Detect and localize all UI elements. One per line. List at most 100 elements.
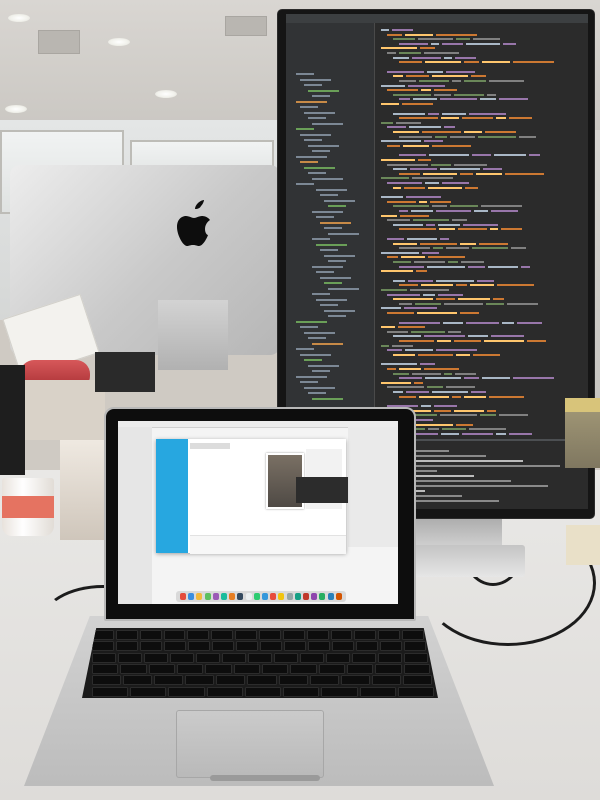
key [163, 630, 186, 640]
code-token [428, 186, 462, 189]
code-token [414, 381, 423, 384]
key [187, 630, 210, 640]
message-input-area [190, 535, 346, 554]
key [378, 630, 401, 640]
code-token [399, 80, 416, 82]
code-token [426, 223, 435, 226]
code-token [381, 177, 409, 180]
key [212, 641, 234, 652]
dock-app-icon [188, 593, 195, 600]
code-token [450, 135, 475, 138]
code-token [436, 33, 477, 36]
code-token [393, 75, 403, 78]
code-token [478, 135, 516, 138]
code-token [381, 103, 399, 105]
tree-item [308, 364, 339, 367]
code-token [393, 186, 401, 189]
code-token [409, 126, 441, 129]
code-token [419, 80, 449, 82]
key [300, 652, 324, 663]
background-window [348, 427, 398, 547]
code-token [466, 42, 500, 45]
tree-item [300, 326, 318, 328]
code-token [442, 112, 466, 115]
key [123, 675, 153, 686]
code-token [464, 377, 479, 380]
code-token [410, 168, 437, 171]
tree-item [324, 254, 355, 257]
key [164, 641, 186, 652]
tree-item [316, 243, 347, 246]
key [359, 686, 396, 697]
code-token [393, 353, 415, 356]
code-token [454, 340, 481, 342]
key [308, 641, 330, 652]
code-token [417, 312, 457, 314]
key [262, 663, 289, 674]
code-token [479, 242, 508, 245]
tree-item [320, 194, 338, 196]
key [283, 686, 320, 697]
code-token [399, 61, 422, 64]
code-token [413, 219, 449, 222]
dock-app-icon [303, 593, 309, 600]
toolbar [190, 443, 230, 449]
code-token [399, 52, 421, 54]
key [92, 652, 116, 663]
tree-item [296, 348, 314, 350]
code-token [460, 172, 473, 175]
key [352, 652, 376, 663]
laptop-front-notch [210, 775, 320, 781]
code-token [482, 377, 510, 380]
code-token [480, 414, 496, 417]
code-token [427, 265, 465, 268]
code-token [421, 405, 431, 408]
chat-app-sidebar [156, 439, 188, 553]
key [235, 630, 257, 640]
tree-item [328, 260, 346, 262]
tree-item [300, 78, 331, 81]
code-token [488, 265, 518, 268]
code-token [387, 33, 402, 36]
code-token [434, 93, 451, 96]
code-token [464, 80, 486, 82]
code-token [393, 56, 409, 59]
code-token [416, 270, 427, 273]
code-token [399, 247, 430, 250]
code-token [435, 135, 447, 138]
key [120, 663, 147, 674]
code-token [412, 56, 441, 59]
code-token [442, 182, 469, 184]
code-token [429, 154, 469, 157]
key [216, 675, 246, 686]
key [284, 641, 306, 652]
laptop-trackpad [176, 710, 324, 778]
code-token [473, 38, 500, 41]
code-token [462, 432, 493, 435]
code-token [387, 238, 404, 240]
code-token [454, 409, 484, 412]
code-token [465, 186, 478, 189]
code-token [434, 409, 451, 412]
tree-item [316, 188, 347, 191]
code-token [399, 154, 426, 157]
code-token [414, 261, 445, 263]
code-token [438, 223, 460, 226]
code-token [439, 228, 455, 231]
code-token [381, 326, 395, 329]
code-token [415, 302, 441, 305]
tree-item [308, 337, 326, 339]
tree-item [312, 150, 330, 152]
key [259, 630, 281, 640]
code-token [413, 98, 437, 101]
tree-item [308, 172, 326, 174]
tree-item [304, 331, 335, 334]
key [196, 652, 220, 663]
code-token [433, 247, 443, 250]
code-token [507, 302, 538, 305]
code-token [432, 391, 468, 393]
code-token [425, 182, 439, 184]
code-token [387, 163, 428, 166]
code-token [494, 154, 526, 157]
code-token [399, 117, 438, 120]
